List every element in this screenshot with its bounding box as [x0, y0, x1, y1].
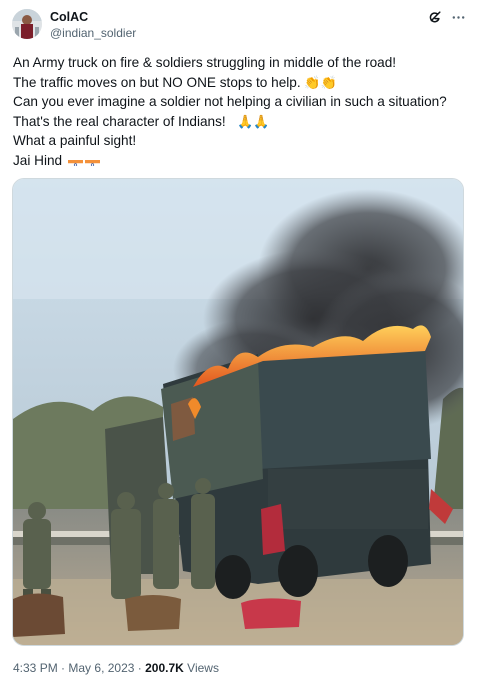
tweet-line-5: What a painful sight! — [13, 133, 137, 148]
clapping-hands-icon: 👏👏 — [304, 75, 337, 91]
tweet: ColAC @indian_soldier An Army truck on f… — [0, 0, 477, 683]
tweet-meta: 4:33 PM · May 6, 2023 · 200.7K Views — [13, 660, 219, 676]
tweet-line-2-text: The traffic moves on but NO ONE stops to… — [13, 74, 301, 90]
author-names: ColAC @indian_soldier — [50, 10, 136, 41]
tweet-media-video[interactable] — [12, 178, 464, 646]
tweet-line-4-text: That's the real character of Indians! — [13, 113, 226, 129]
handle[interactable]: @indian_soldier — [50, 25, 136, 41]
more-icon[interactable] — [451, 10, 466, 25]
tweet-text: An Army truck on fire & soldiers struggl… — [13, 53, 468, 170]
burning-truck-image — [13, 179, 463, 645]
tweet-line-3: Can you ever imagine a soldier not helpi… — [13, 94, 447, 109]
tweet-line-6: Jai Hind — [13, 151, 468, 171]
display-name[interactable]: ColAC — [50, 10, 136, 25]
tweet-date[interactable]: May 6, 2023 — [68, 661, 134, 675]
avatar-image — [12, 9, 42, 39]
tweet-line-1: An Army truck on fire & soldiers struggl… — [13, 55, 397, 70]
tweet-line-2: The traffic moves on but NO ONE stops to… — [13, 73, 468, 93]
india-flag-icon — [84, 156, 100, 166]
views-label: Views — [187, 661, 219, 675]
avatar[interactable] — [12, 9, 42, 39]
india-flag-icon — [67, 156, 83, 166]
tweet-line-6-text: Jai Hind — [13, 152, 63, 168]
meta-separator: · — [137, 661, 142, 675]
meta-separator: · — [61, 661, 66, 675]
tweet-time[interactable]: 4:33 PM — [13, 661, 58, 675]
views-count: 200.7K — [145, 661, 184, 675]
grok-icon[interactable] — [428, 10, 443, 25]
tweet-line-4: That's the real character of Indians! 🙏🙏 — [13, 112, 468, 132]
folded-hands-icon: 🙏🙏 — [237, 114, 270, 130]
